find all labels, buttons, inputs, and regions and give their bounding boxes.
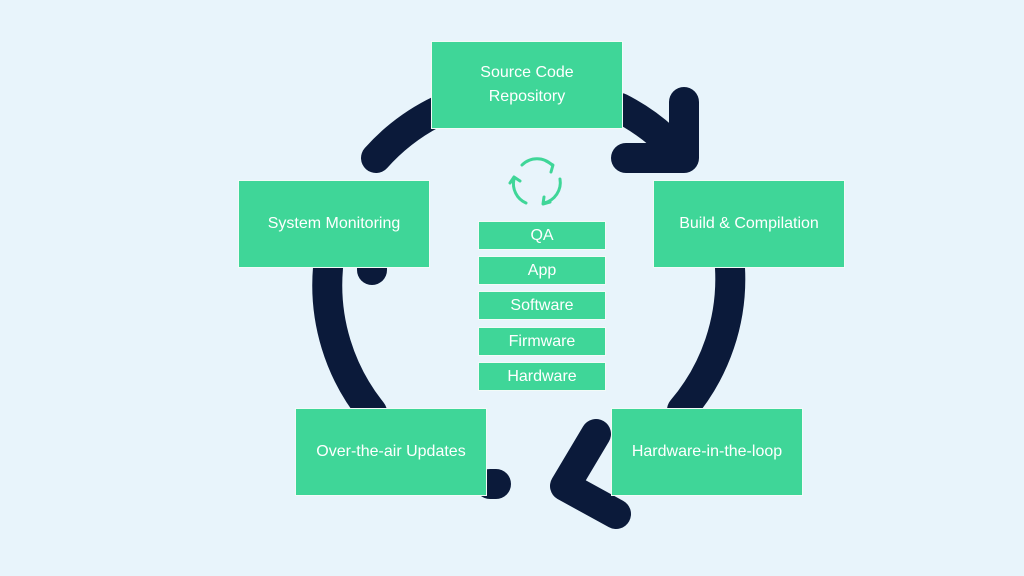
stage-over-the-air-updates: Over-the-air Updates bbox=[295, 408, 487, 496]
layer-software: Software bbox=[478, 291, 606, 320]
layer-label: Firmware bbox=[508, 332, 576, 350]
stage-label-line: Source Code bbox=[480, 64, 574, 81]
layer-qa: QA bbox=[478, 221, 606, 250]
arc-build-to-hil bbox=[667, 253, 746, 425]
arc-ota-to-monitoring bbox=[312, 253, 387, 427]
layer-label: Software bbox=[510, 296, 574, 314]
arc-source-to-build bbox=[605, 93, 687, 161]
layer-firmware: Firmware bbox=[478, 327, 606, 356]
stage-label: Hardware-in-the-loop bbox=[631, 443, 783, 460]
stage-label: Over-the-air Updates bbox=[316, 443, 466, 460]
layer-app: App bbox=[478, 256, 606, 285]
layer-label: App bbox=[527, 261, 557, 279]
layer-label: QA bbox=[530, 226, 554, 244]
stage-label-line: Repository bbox=[488, 88, 566, 105]
stage-label: System Monitoring bbox=[267, 215, 401, 232]
refresh-cycle-icon bbox=[508, 157, 562, 206]
layer-label: Hardware bbox=[507, 367, 577, 385]
stage-hardware-in-the-loop: Hardware-in-the-loop bbox=[611, 408, 803, 496]
stage-label: Build & Compilation bbox=[679, 215, 819, 232]
stage-source-code-repository: Source Code Repository bbox=[431, 41, 623, 129]
layer-hardware: Hardware bbox=[478, 362, 606, 391]
arrowhead-to-ota bbox=[550, 419, 631, 529]
stage-build-compilation: Build & Compilation bbox=[653, 180, 845, 268]
stage-system-monitoring: System Monitoring bbox=[238, 180, 430, 268]
